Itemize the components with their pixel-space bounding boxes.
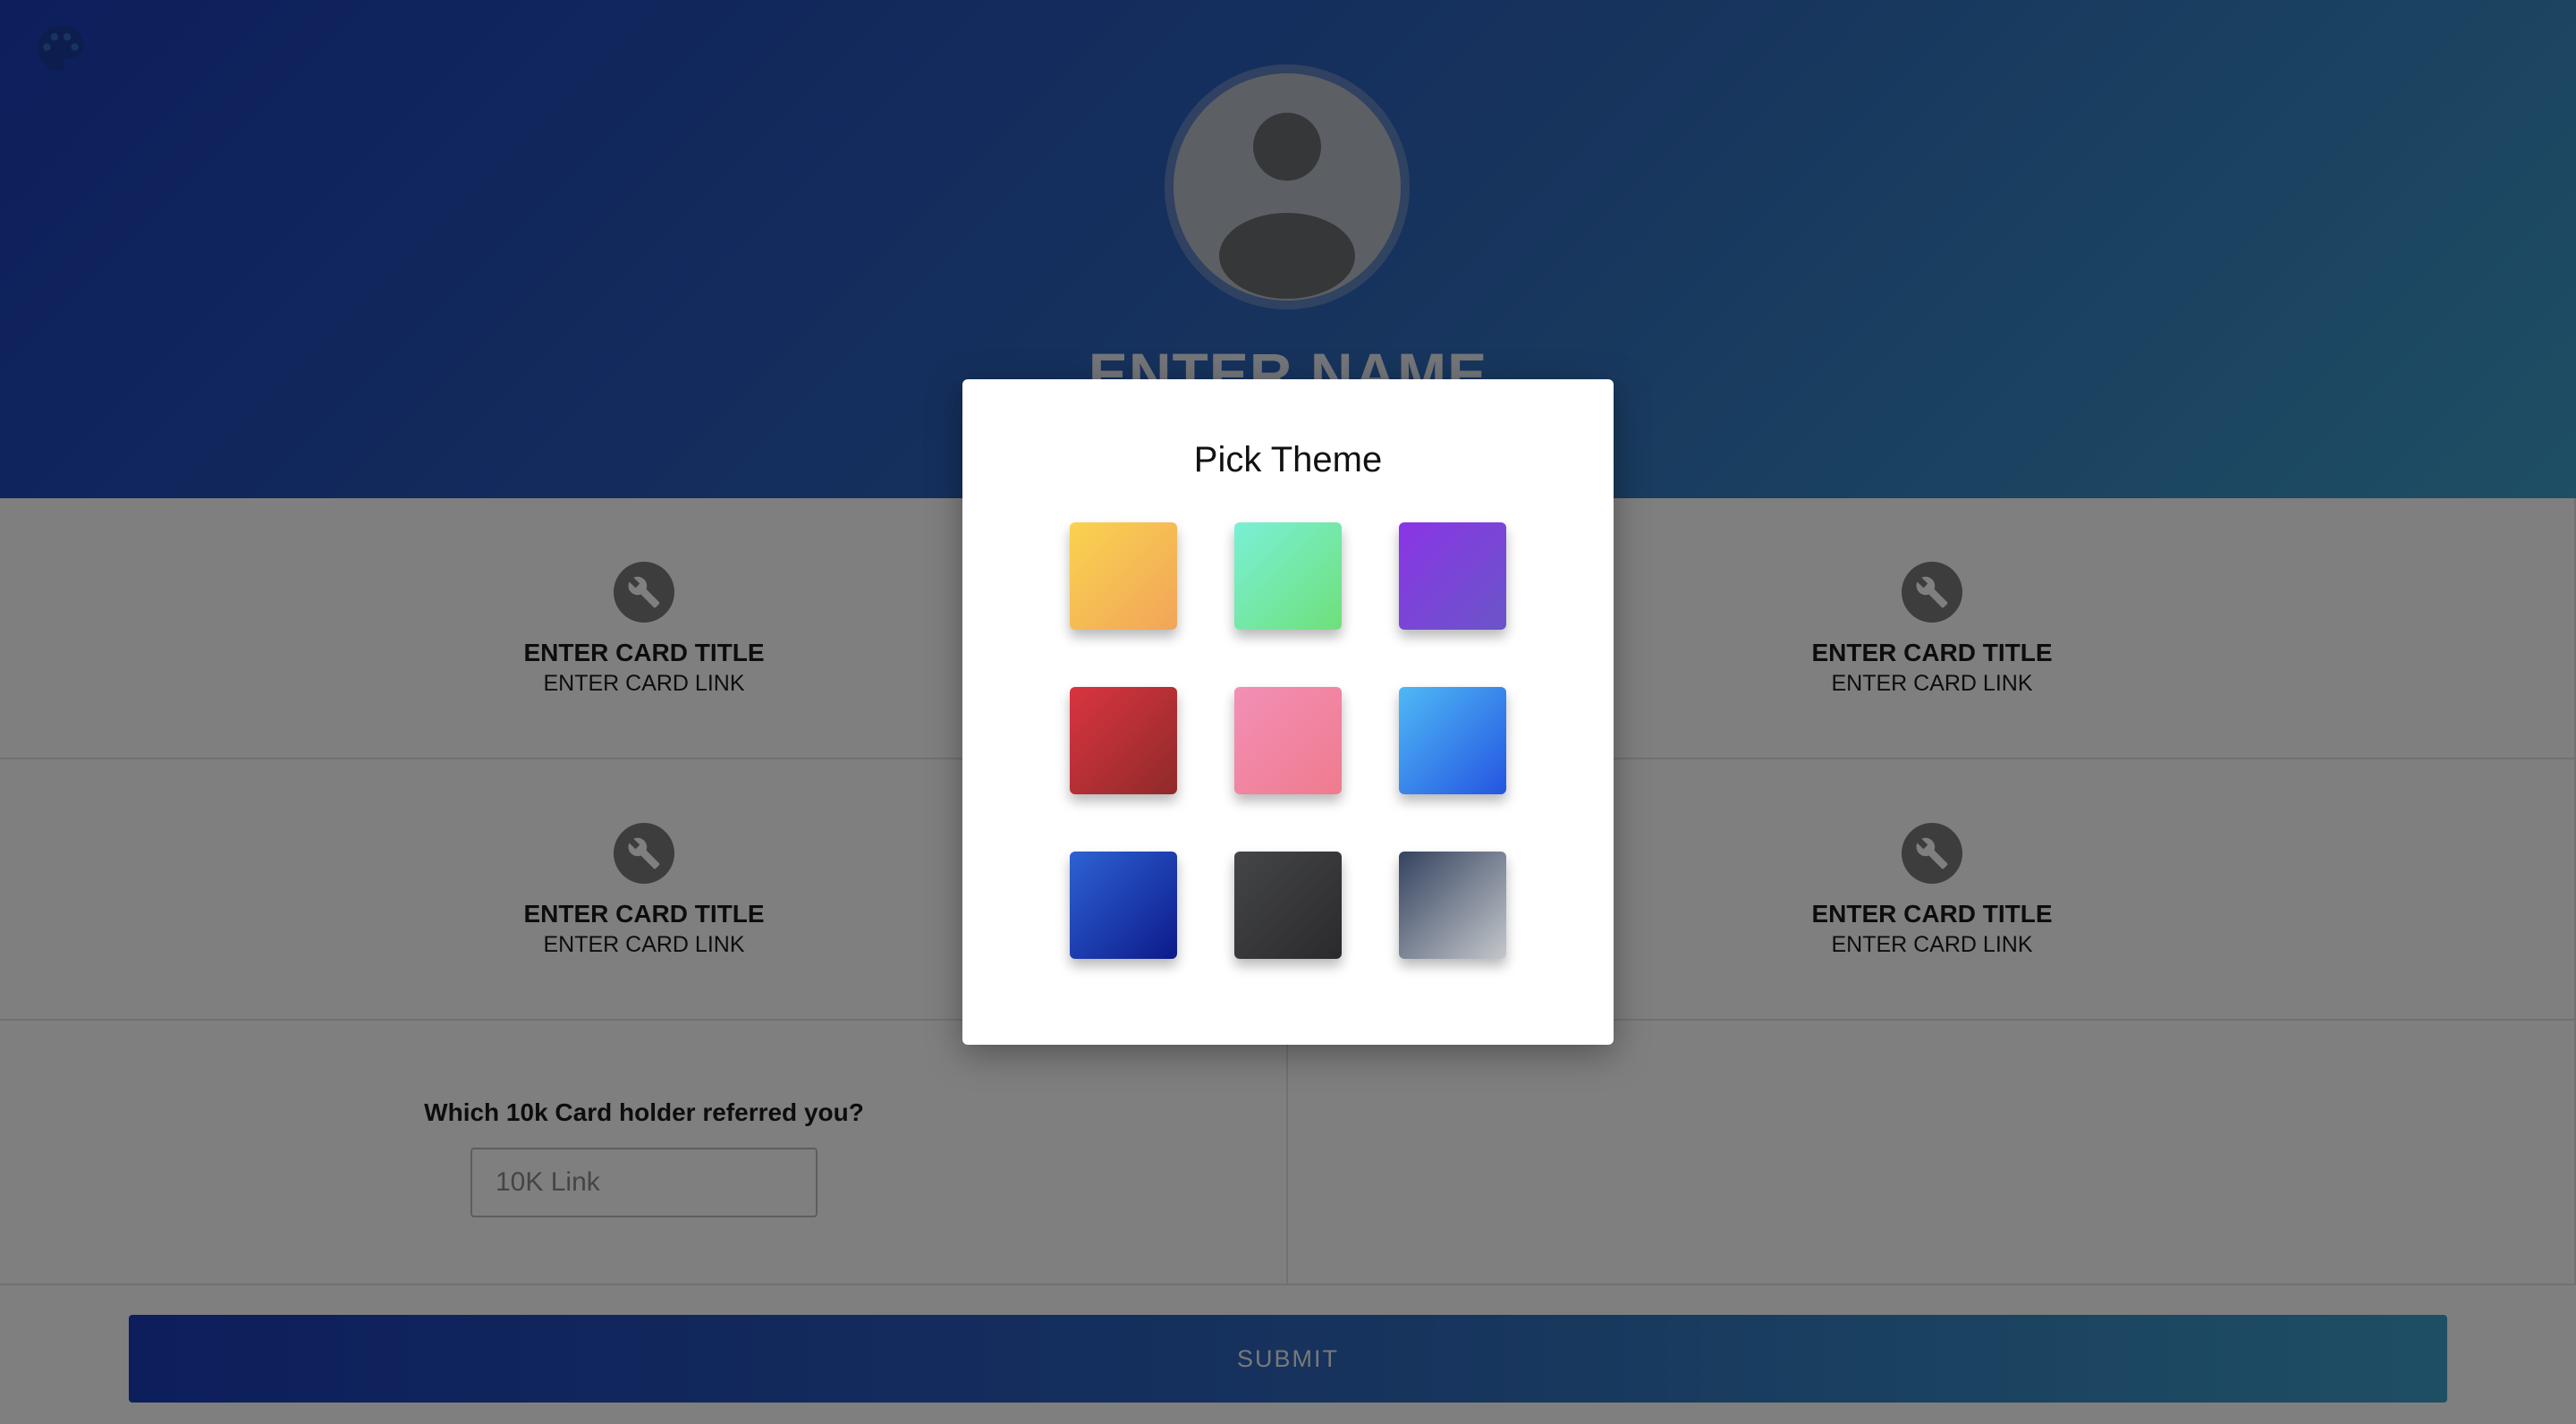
theme-swatch-yellow-orange[interactable] <box>1070 522 1177 630</box>
theme-swatch-royal-blue[interactable] <box>1070 852 1177 959</box>
theme-swatch-sky-blue[interactable] <box>1399 687 1506 794</box>
dialog-title: Pick Theme <box>1193 440 1383 479</box>
theme-swatch-red[interactable] <box>1070 687 1177 794</box>
theme-swatch-slate-gray[interactable] <box>1399 852 1506 959</box>
theme-swatch-purple[interactable] <box>1399 522 1506 630</box>
theme-swatch-pink[interactable] <box>1234 687 1342 794</box>
theme-swatch-mint-green[interactable] <box>1234 522 1342 630</box>
pick-theme-dialog: Pick Theme <box>962 379 1614 1045</box>
theme-swatch-charcoal[interactable] <box>1234 852 1342 959</box>
